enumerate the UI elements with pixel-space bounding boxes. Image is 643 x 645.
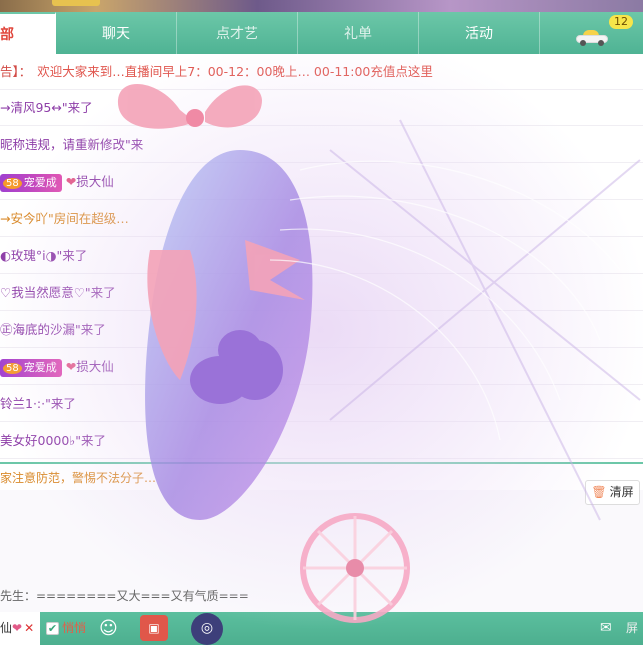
tab-activity[interactable]: 活动: [419, 12, 540, 54]
username[interactable]: 损大仙: [76, 164, 114, 200]
level-badge: 58 宠爱成: [0, 358, 62, 377]
chat-message: 58 宠爱成 ❤损大仙: [0, 164, 643, 200]
tab-vehicle[interactable]: 12: [540, 12, 643, 54]
level-badge: 58 宠爱成: [0, 173, 62, 192]
tab-all[interactable]: 部: [0, 12, 56, 54]
emoji-icon[interactable]: ☺: [99, 612, 118, 645]
sample-message: 先生：========又大===又有气质===: [0, 589, 249, 603]
checkbox-icon: ✔: [46, 622, 59, 635]
divider: [0, 462, 643, 464]
security-warning: 家注意防范，警惕不法分子…: [0, 471, 157, 485]
heart-icon: ❤: [65, 174, 77, 189]
tab-talent[interactable]: 点才艺: [177, 12, 298, 54]
close-icon[interactable]: ✕: [24, 621, 34, 635]
tab-chat[interactable]: 聊天: [56, 12, 177, 54]
chat-message: ㊣海底的沙漏"来了: [0, 312, 643, 348]
vehicle-count-badge: 12: [609, 15, 633, 29]
gift-box-icon[interactable]: ▣: [140, 615, 168, 641]
top-banner-strip: [0, 0, 643, 12]
gift-ring-icon[interactable]: ◎: [191, 613, 223, 645]
chat-message: 58 宠爱成 ❤损大仙: [0, 349, 643, 385]
banner-decoration: [52, 0, 100, 6]
tab-gift-list[interactable]: 礼单: [298, 12, 419, 54]
chat-message: →清风95↔"来了: [0, 90, 643, 126]
clear-screen-button[interactable]: 🗑 清屏: [585, 480, 640, 505]
trash-icon: 🗑: [591, 485, 607, 499]
notice-text[interactable]: 欢迎大家来到…直播间早上7：00-12：00晚上… 00-11:00充值点这里: [31, 54, 433, 90]
chat-message: ♡我当然愿意♡"来了: [0, 275, 643, 311]
whisper-checkbox[interactable]: ✔ 悄悄: [46, 612, 86, 645]
notice-label: 告】：: [0, 64, 32, 79]
target-user[interactable]: 仙❤ ✕: [0, 612, 40, 645]
heart-icon: ❤: [65, 359, 77, 374]
notice-row: 告】： 欢迎大家来到…直播间早上7：00-12：00晚上… 00-11:00充值点…: [0, 54, 643, 90]
chat-message: 美女好0000♭"来了: [0, 423, 643, 459]
username[interactable]: 损大仙: [76, 349, 114, 385]
message-label[interactable]: 屏: [626, 612, 638, 645]
chat-list: 告】： 欢迎大家来到…直播间早上7：00-12：00晚上… 00-11:00充值点…: [0, 54, 643, 462]
message-icon[interactable]: ✉: [600, 612, 612, 645]
tab-bar: 部 聊天 点才艺 礼单 活动 12: [0, 12, 643, 54]
chat-message: ◐玫瑰°i◑"来了: [0, 238, 643, 274]
bottom-toolbar: 仙❤ ✕ ✔ 悄悄 ☺ ▣ ◎ ✉ 屏: [0, 612, 643, 645]
chat-message: 昵称违规，请重新修改"来: [0, 127, 643, 163]
car-icon: [575, 30, 608, 46]
chat-message: 铃兰1·:·"来了: [0, 386, 643, 422]
chat-message: →安今吖"房间在超级…: [0, 201, 643, 237]
